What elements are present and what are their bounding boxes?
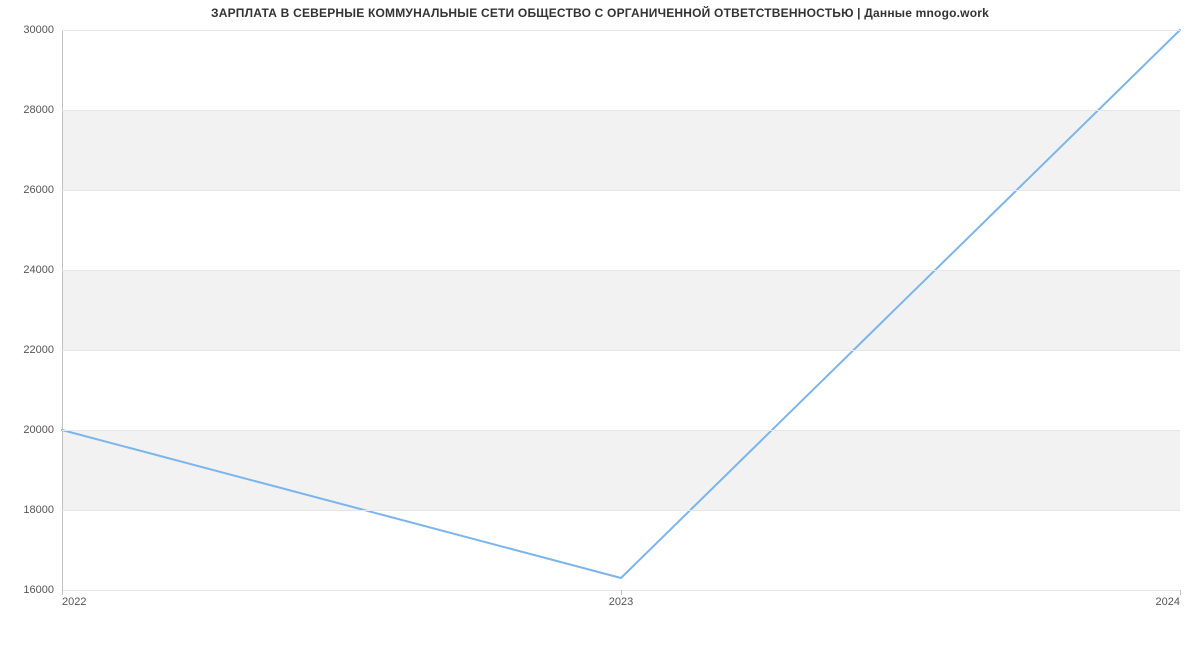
y-gridline xyxy=(62,510,1180,511)
salary-series-line xyxy=(62,30,1180,578)
y-gridline xyxy=(62,430,1180,431)
y-tick-label: 18000 xyxy=(23,504,62,516)
y-tick-label: 26000 xyxy=(23,184,62,196)
chart-title: ЗАРПЛАТА В СЕВЕРНЫЕ КОММУНАЛЬНЫЕ СЕТИ ОБ… xyxy=(0,6,1200,20)
x-tick xyxy=(1180,590,1181,595)
y-gridline xyxy=(62,270,1180,271)
plot-area: 1600018000200002200024000260002800030000… xyxy=(62,30,1180,591)
x-tick-label: 2022 xyxy=(62,590,86,608)
y-tick-label: 24000 xyxy=(23,264,62,276)
x-tick-label: 2023 xyxy=(609,590,633,608)
y-tick-label: 22000 xyxy=(23,344,62,356)
chart-container: ЗАРПЛАТА В СЕВЕРНЫЕ КОММУНАЛЬНЫЕ СЕТИ ОБ… xyxy=(0,0,1200,650)
x-tick-label: 2024 xyxy=(1156,590,1180,608)
y-tick-label: 30000 xyxy=(23,24,62,36)
y-tick-label: 20000 xyxy=(23,424,62,436)
y-gridline xyxy=(62,110,1180,111)
y-tick-label: 16000 xyxy=(23,584,62,596)
y-gridline xyxy=(62,190,1180,191)
y-gridline xyxy=(62,30,1180,31)
y-tick-label: 28000 xyxy=(23,104,62,116)
y-gridline xyxy=(62,350,1180,351)
chart-line-layer xyxy=(62,30,1180,590)
